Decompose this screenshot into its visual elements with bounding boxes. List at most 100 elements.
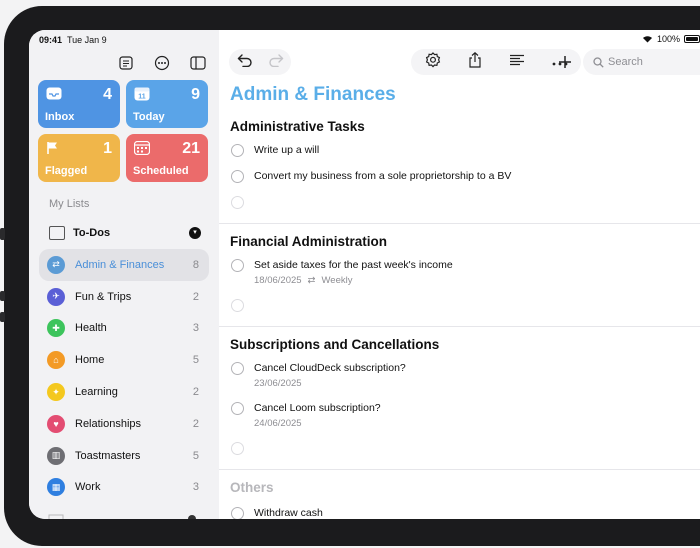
task-body: Withdraw cash <box>254 507 323 519</box>
task-row: Write up a will <box>231 144 319 157</box>
new-task-placeholder[interactable] <box>231 196 254 209</box>
today-label: Today <box>133 111 165 123</box>
search-input[interactable] <box>608 56 698 68</box>
task-meta: 18/06/2025 ⇄ Weekly <box>254 275 453 286</box>
task-checkbox[interactable] <box>231 170 244 183</box>
section-heading: Administrative Tasks <box>230 119 365 134</box>
ellipsis-circle-icon[interactable] <box>151 52 173 74</box>
list-color-icon: ▥ <box>47 446 65 465</box>
sidebar-list-item[interactable]: ✦ Learning 2 <box>39 376 209 408</box>
task-body: Cancel CloudDeck subscription? 23/06/2025 <box>254 362 406 389</box>
task-row: Convert my business from a sole propriet… <box>231 170 511 183</box>
sidebar-next-group-peek <box>39 508 209 519</box>
share-icon[interactable] <box>468 51 482 73</box>
undo-icon[interactable] <box>237 53 253 72</box>
section-divider <box>219 326 700 327</box>
smart-list-flagged[interactable]: 1 Flagged <box>38 134 120 182</box>
list-count: 2 <box>192 386 199 399</box>
list-group-todos[interactable]: To-Dos ▾ <box>39 220 211 246</box>
hardware-button <box>0 312 5 322</box>
hardware-button <box>0 228 5 240</box>
repeat-icon: ⇄ <box>307 275 316 286</box>
calendar-day-text: 11 <box>138 94 146 101</box>
empty-checkbox[interactable] <box>231 299 244 312</box>
status-time: 09:41 <box>39 35 63 45</box>
task-title[interactable]: Cancel CloudDeck subscription? <box>254 362 406 375</box>
task-meta: 23/06/2025 <box>254 378 406 389</box>
section-divider <box>219 223 700 224</box>
sidebar-list-item[interactable]: ▥ Toastmasters 5 <box>39 440 209 472</box>
task-body: Convert my business from a sole propriet… <box>254 170 511 183</box>
list-name: Relationships <box>75 417 142 430</box>
task-checkbox[interactable] <box>231 362 244 375</box>
redo-icon[interactable] <box>268 53 284 72</box>
sidebar-toolbar <box>115 52 209 74</box>
sidebar-list-item[interactable]: ♥ Relationships 2 <box>39 408 209 440</box>
text-align-icon[interactable] <box>509 53 525 71</box>
task-due-date: 24/06/2025 <box>254 418 302 429</box>
sidebar-list-item[interactable]: ⇄ Admin & Finances 8 <box>39 249 209 281</box>
list-color-icon: ♥ <box>47 414 65 433</box>
page-title: Admin & Finances <box>230 84 396 105</box>
task-due-date: 23/06/2025 <box>254 378 302 389</box>
list-count: 2 <box>192 417 199 430</box>
list-color-icon: ⌂ <box>47 351 65 370</box>
flagged-count: 1 <box>103 140 112 157</box>
smart-list-scheduled[interactable]: 21 Scheduled <box>126 134 208 182</box>
add-task-button[interactable] <box>552 49 578 75</box>
task-checkbox[interactable] <box>231 507 244 519</box>
list-name: Learning <box>75 386 118 399</box>
task-title[interactable]: Withdraw cash <box>254 507 323 519</box>
task-meta: 24/06/2025 <box>254 418 381 429</box>
list-name: Home <box>75 354 105 367</box>
folder-icon <box>49 226 65 240</box>
list-name: Work <box>75 481 101 494</box>
task-title[interactable]: Write up a will <box>254 144 319 157</box>
list-count: 5 <box>192 354 199 367</box>
search-field[interactable] <box>583 49 700 75</box>
task-row: Withdraw cash <box>231 507 323 519</box>
empty-checkbox[interactable] <box>231 442 244 455</box>
task-checkbox[interactable] <box>231 402 244 415</box>
list-name: Admin & Finances <box>75 258 165 271</box>
task-title[interactable]: Set aside taxes for the past week's inco… <box>254 259 453 272</box>
task-checkbox[interactable] <box>231 144 244 157</box>
sidebar-list-item[interactable]: ▦ Work 3 <box>39 472 209 504</box>
sidebar: 09:41 Tue Jan 9 4 Inbox 11 9 Today 1 Fla… <box>29 30 219 519</box>
undo-redo-group <box>229 49 291 75</box>
sidebar-list-item[interactable]: ✈ Fun & Trips 2 <box>39 281 209 313</box>
sidebar-icon[interactable] <box>187 52 209 74</box>
chevron-down-icon[interactable]: ▾ <box>189 227 201 239</box>
my-lists-header: My Lists <box>49 198 90 210</box>
list-name: Toastmasters <box>75 449 141 462</box>
badge-settings-icon[interactable] <box>425 51 441 73</box>
empty-checkbox[interactable] <box>231 196 244 209</box>
smart-list-today[interactable]: 11 9 Today <box>126 80 208 128</box>
tray-icon <box>46 87 62 105</box>
new-task-placeholder[interactable] <box>231 299 254 312</box>
scheduled-count: 21 <box>182 140 200 157</box>
sidebar-list-item[interactable]: ⌂ Home 5 <box>39 344 209 376</box>
new-task-placeholder[interactable] <box>231 442 254 455</box>
smart-lists: 4 Inbox 11 9 Today 1 Flagged 21 Schedule… <box>38 80 210 182</box>
scheduled-label: Scheduled <box>133 165 189 177</box>
task-checkbox[interactable] <box>231 259 244 272</box>
sidebar-list-item[interactable]: ✚ Health 3 <box>39 313 209 345</box>
checklist-icon[interactable] <box>115 52 137 74</box>
list-count: 3 <box>192 481 199 494</box>
status-indicators: 100% <box>642 34 700 44</box>
section-heading: Subscriptions and Cancellations <box>230 337 440 352</box>
task-title[interactable]: Cancel Loom subscription? <box>254 402 381 415</box>
list-color-icon: ✈ <box>47 287 65 306</box>
today-count: 9 <box>191 86 200 103</box>
flagged-label: Flagged <box>45 165 88 177</box>
task-title[interactable]: Convert my business from a sole propriet… <box>254 170 511 183</box>
screen: 09:41 Tue Jan 9 4 Inbox 11 9 Today 1 Fla… <box>29 30 700 519</box>
search-icon <box>593 56 604 68</box>
task-repeat: Weekly <box>321 275 353 286</box>
smart-list-inbox[interactable]: 4 Inbox <box>38 80 120 128</box>
section-heading: Others <box>230 480 274 495</box>
list-name: Health <box>75 322 107 335</box>
task-row: Cancel Loom subscription? 24/06/2025 <box>231 402 381 429</box>
device-frame: 09:41 Tue Jan 9 4 Inbox 11 9 Today 1 Fla… <box>0 0 700 548</box>
